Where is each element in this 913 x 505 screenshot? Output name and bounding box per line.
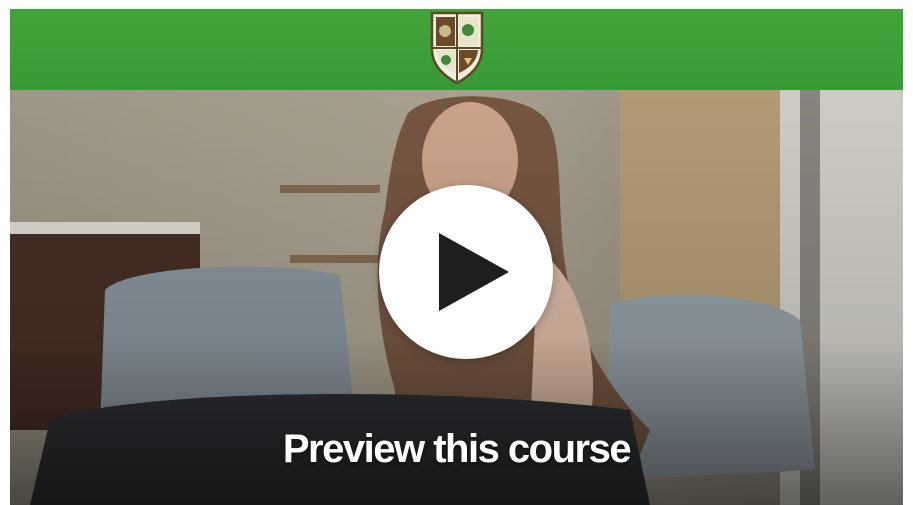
header-bar <box>10 9 903 90</box>
crest-shield-icon <box>430 11 484 85</box>
course-preview-card: Preview this course <box>10 9 903 505</box>
preview-course-label[interactable]: Preview this course <box>10 427 903 472</box>
video-preview[interactable]: Preview this course <box>10 90 903 505</box>
play-icon <box>439 233 509 311</box>
play-button[interactable] <box>379 185 553 359</box>
